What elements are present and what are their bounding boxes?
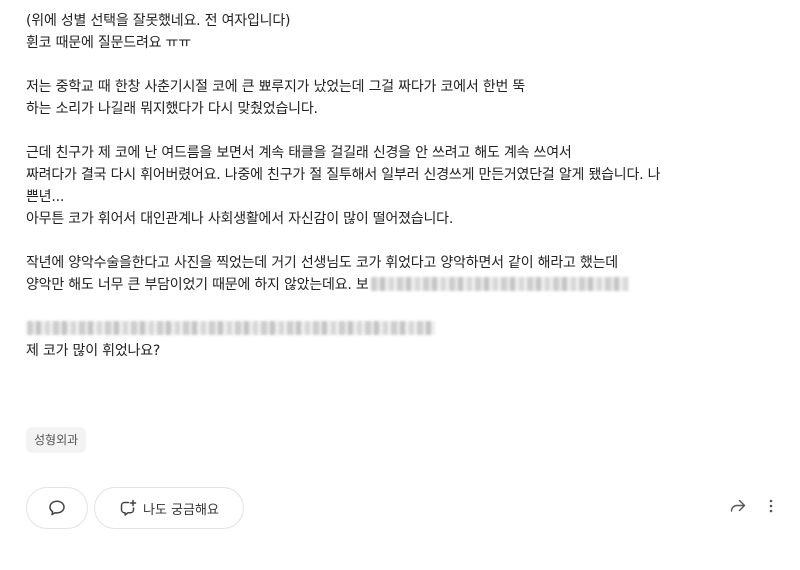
text-line: 짜려다가 결국 다시 휘어버렸어요. 나중에 친구가 절 질투해서 일부러 신경… (26, 167, 661, 183)
text-line-content: 작년에 양악수술을한다고 사진을 찍었는데 거기 선생님도 코가 휘었다고 양악… (26, 255, 618, 271)
text-line: 양악만 해도 너무 큰 부담이었기 때문에 하지 않았는데요. 보 (26, 274, 774, 296)
text-line: 근데 친구가 제 코에 난 여드름을 보면서 계속 태클을 걸길래 신경을 안 … (26, 145, 572, 161)
text-line: 쁜년... (26, 189, 65, 205)
plus-bubble-icon (119, 499, 137, 517)
comment-button[interactable] (26, 487, 88, 529)
text-line: 작년에 양악수술을한다고 사진을 찍었는데 거기 선생님도 코가 휘었다고 양악… (26, 252, 774, 274)
text-line-content: 양악만 해도 너무 큰 부담이었기 때문에 하지 않았는데요. 보 (26, 277, 369, 293)
right-action-group (728, 496, 774, 516)
text-line: 하는 소리가 나길래 뭐지했다가 다시 맞췄었습니다. (26, 101, 318, 117)
category-tag[interactable]: 성형외과 (26, 427, 87, 453)
paragraph-intro: (위에 성별 선택을 잘못했네요. 전 여자입니다) 휜코 때문에 질문드려요 … (26, 10, 774, 54)
speech-bubble-icon (48, 499, 66, 517)
vertical-dots-icon[interactable] (768, 496, 774, 516)
paragraph-surgery: 작년에 양악수술을한다고 사진을 찍었는데 거기 선생님도 코가 휘었다고 양악… (26, 252, 774, 296)
paragraph-question: 제 코가 많이 휘었나요? (26, 318, 774, 362)
post-body: (위에 성별 선택을 잘못했네요. 전 여자입니다) 휜코 때문에 질문드려요 … (26, 10, 774, 384)
blurred-text (370, 277, 629, 291)
text-line: 저는 중학교 때 한창 사춘기시절 코에 큰 뾰루지가 났었는데 그걸 짜다가 … (26, 79, 526, 95)
paragraph-friend: 근데 친구가 제 코에 난 여드름을 보면서 계속 태클을 걸길래 신경을 안 … (26, 142, 774, 230)
blurred-text (27, 321, 435, 335)
paragraph-history: 저는 중학교 때 한창 사춘기시절 코에 큰 뾰루지가 났었는데 그걸 짜다가 … (26, 76, 774, 120)
question-line: 제 코가 많이 휘었나요? (26, 343, 161, 359)
text-line: 휜코 때문에 질문드려요 ㅠㅠ (26, 35, 191, 51)
action-bar: 나도 궁금해요 (26, 486, 244, 530)
text-line (26, 318, 774, 340)
text-line: 아무튼 코가 휘어서 대인관계나 사회생활에서 자신감이 많이 떨어졌습니다. (26, 211, 454, 227)
curious-too-label: 나도 궁금해요 (143, 502, 219, 518)
curious-too-button[interactable]: 나도 궁금해요 (94, 487, 244, 529)
text-line: (위에 성별 선택을 잘못했네요. 전 여자입니다) (26, 13, 291, 29)
share-arrow-icon[interactable] (728, 496, 748, 516)
